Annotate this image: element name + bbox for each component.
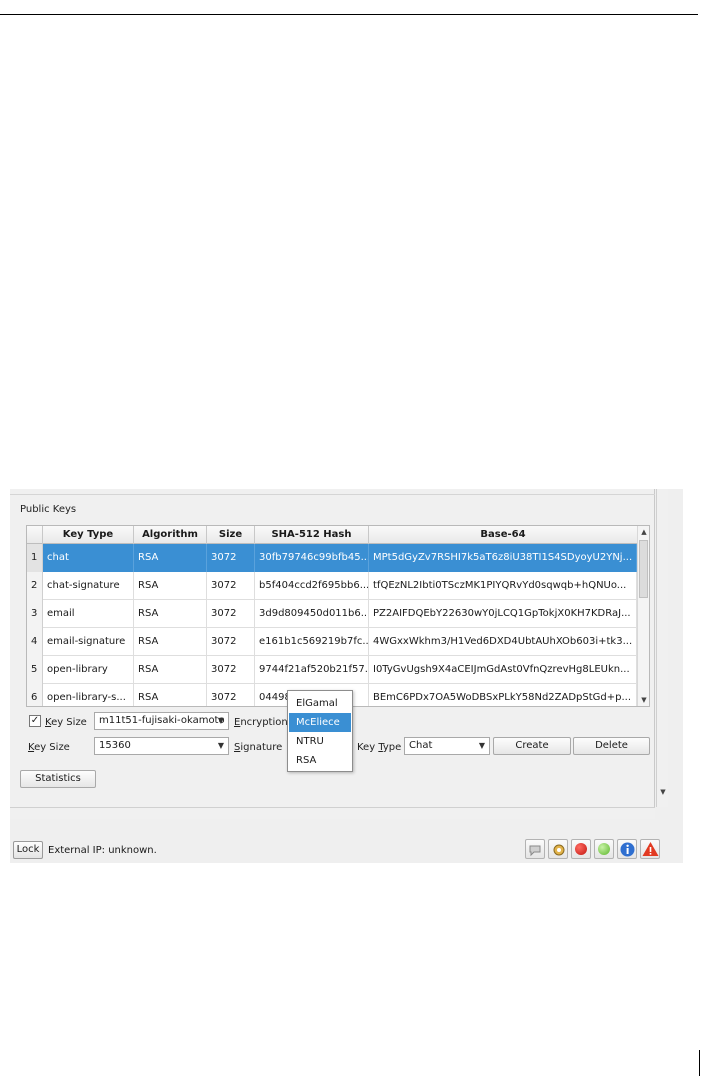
- status-bar: Lock External IP: unknown.: [10, 834, 683, 863]
- cell-base64: tfQEzNL2Ibti0TSczMK1PIYQRvYd0sqwqb+hQNUo…: [369, 572, 637, 600]
- cell-size: 3072: [207, 572, 255, 600]
- column-header-base64[interactable]: Base-64: [369, 526, 637, 544]
- cell-algorithm: RSA: [134, 544, 207, 572]
- encryption-dropdown-menu[interactable]: ElGamal McEliece NTRU RSA: [287, 690, 353, 772]
- cell-key-type: email-signature: [43, 628, 134, 656]
- delete-button[interactable]: Delete: [573, 737, 650, 755]
- table-header: Key Type Algorithm Size SHA-512 Hash Bas…: [27, 526, 637, 544]
- cell-key-type: open-library-s...: [43, 684, 134, 706]
- external-ip-text: External IP: unknown.: [48, 845, 157, 856]
- cell-algorithm: RSA: [134, 572, 207, 600]
- settings-icon[interactable]: [548, 839, 568, 859]
- cell-size: 3072: [207, 600, 255, 628]
- scroll-down-arrow-icon[interactable]: ▼: [638, 694, 649, 706]
- statistics-button[interactable]: Statistics: [20, 770, 96, 788]
- menu-item-ntru[interactable]: NTRU: [289, 732, 351, 751]
- cell-algorithm: RSA: [134, 628, 207, 656]
- row-number: 2: [27, 572, 43, 600]
- key-type-label: Key Type: [357, 742, 402, 753]
- table-vertical-scrollbar[interactable]: ▲ ▼: [637, 526, 649, 706]
- key-size-combo-1[interactable]: m11t51-fujisaki-okamoto ▼: [94, 712, 229, 730]
- cell-hash: 3d9d809450d011b6...: [255, 600, 369, 628]
- status-green-icon[interactable]: [594, 839, 614, 859]
- create-button[interactable]: Create: [493, 737, 571, 755]
- chevron-down-icon: ▼: [478, 741, 485, 750]
- cell-size: 3072: [207, 656, 255, 684]
- key-size-check-label: Key Size: [45, 717, 87, 728]
- horizontal-scrollbar[interactable]: [10, 807, 655, 819]
- cell-base64: PZ2AIFDQEbY22630wY0jLCQ1GpTokjX0KH7KDRaJ…: [369, 600, 637, 628]
- pane-separator: [10, 494, 655, 495]
- chevron-down-icon: ▼: [217, 741, 224, 750]
- menu-item-rsa[interactable]: RSA: [289, 751, 351, 770]
- key-size-combo-2-value: 15360: [99, 740, 131, 751]
- cell-size: 3072: [207, 628, 255, 656]
- group-title: Public Keys: [20, 504, 77, 515]
- key-size-combo-1-value: m11t51-fujisaki-okamoto: [99, 715, 225, 726]
- table-row[interactable]: 4 email-signature RSA 3072 e161b1c569219…: [27, 628, 637, 656]
- warning-icon[interactable]: [640, 839, 660, 859]
- row-number: 6: [27, 684, 43, 706]
- row-number: 5: [27, 656, 43, 684]
- page-side-rule: [699, 1050, 700, 1076]
- cell-hash: 30fb79746c99bfb45...: [255, 544, 369, 572]
- stop-red-icon[interactable]: [571, 839, 591, 859]
- scroll-thumb[interactable]: [639, 540, 648, 598]
- key-size-checkbox[interactable]: ✓: [29, 715, 41, 727]
- menu-item-elgamal[interactable]: ElGamal: [289, 694, 351, 713]
- cell-base64: I0TyGvUgsh9X4aCEIJmGdAst0VfnQzrevHg8LEUk…: [369, 656, 637, 684]
- key-size-label: Key Size: [28, 742, 70, 753]
- cell-algorithm: RSA: [134, 656, 207, 684]
- cell-base64: 4WGxxWkhm3/H1Ved6DXD4UbtAUhXOb603i+tk3..…: [369, 628, 637, 656]
- public-keys-table[interactable]: Key Type Algorithm Size SHA-512 Hash Bas…: [26, 525, 650, 707]
- page-top-rule: [0, 14, 698, 15]
- chat-icon[interactable]: [525, 839, 545, 859]
- info-icon[interactable]: [617, 839, 637, 859]
- scroll-up-arrow-icon[interactable]: ▲: [638, 526, 649, 538]
- cell-size: 3072: [207, 684, 255, 706]
- table-row[interactable]: 3 email RSA 3072 3d9d809450d011b6... PZ2…: [27, 600, 637, 628]
- cell-hash: b5f404ccd2f695bb6...: [255, 572, 369, 600]
- table-row[interactable]: 1 chat RSA 3072 30fb79746c99bfb45... MPt…: [27, 544, 637, 572]
- column-header-size[interactable]: Size: [207, 526, 255, 544]
- application-window: Public Keys Key Type Algorithm Size SHA-…: [10, 489, 683, 863]
- row-number: 3: [27, 600, 43, 628]
- cell-hash: 9744f21af520b21f57...: [255, 656, 369, 684]
- cell-algorithm: RSA: [134, 600, 207, 628]
- key-type-combo-value: Chat: [409, 740, 433, 751]
- column-header-algorithm[interactable]: Algorithm: [134, 526, 207, 544]
- cell-base64: MPt5dGyZv7RSHI7k5aT6z8iU38TI1S4SDyoyU2YN…: [369, 544, 637, 572]
- table-row[interactable]: 5 open-library RSA 3072 9744f21af520b21f…: [27, 656, 637, 684]
- lock-button[interactable]: Lock: [13, 841, 43, 859]
- cell-size: 3072: [207, 544, 255, 572]
- column-header-key-type[interactable]: Key Type: [43, 526, 134, 544]
- row-number: 4: [27, 628, 43, 656]
- column-header-hash[interactable]: SHA-512 Hash: [255, 526, 369, 544]
- cell-key-type: open-library: [43, 656, 134, 684]
- outer-vertical-scrollbar[interactable]: ▼: [656, 489, 668, 807]
- key-type-combo[interactable]: Chat ▼: [404, 737, 490, 755]
- chevron-down-icon: ▼: [217, 716, 224, 725]
- cell-hash: e161b1c569219b7fc...: [255, 628, 369, 656]
- scroll-down-arrow-icon[interactable]: ▼: [657, 786, 669, 798]
- row-number-header: [27, 526, 43, 544]
- encryption-label: Encryption: [234, 717, 288, 728]
- menu-item-mceliece[interactable]: McEliece: [289, 713, 351, 732]
- signature-label: Signature: [234, 742, 283, 753]
- table-row[interactable]: 2 chat-signature RSA 3072 b5f404ccd2f695…: [27, 572, 637, 600]
- cell-algorithm: RSA: [134, 684, 207, 706]
- cell-key-type: chat-signature: [43, 572, 134, 600]
- cell-key-type: chat: [43, 544, 134, 572]
- row-number: 1: [27, 544, 43, 572]
- cell-base64: BEmC6PDx7OA5WoDBSxPLkY58Nd2ZADpStGd+p...: [369, 684, 637, 706]
- cell-key-type: email: [43, 600, 134, 628]
- key-size-combo-2[interactable]: 15360 ▼: [94, 737, 229, 755]
